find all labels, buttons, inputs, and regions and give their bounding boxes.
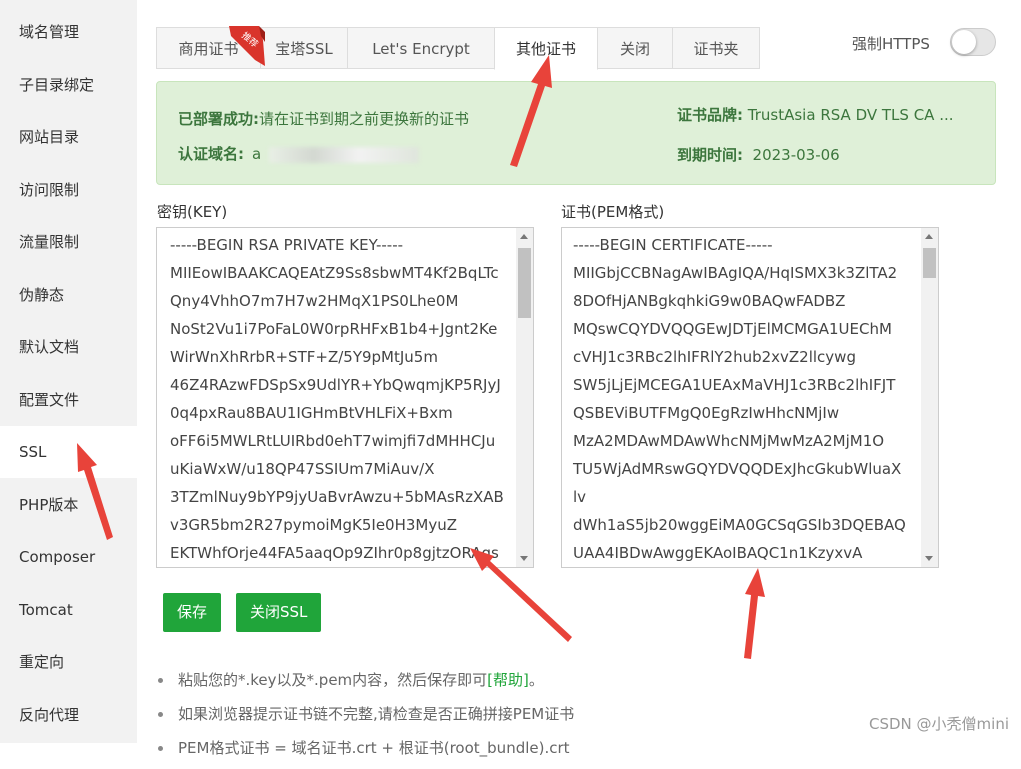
sidebar-item-traffic-limit[interactable]: 流量限制 [0,216,137,268]
close-ssl-button[interactable]: 关闭SSL [236,593,322,632]
tip-text: 粘贴您的*.key以及*.pem内容，然后保存即可 [178,671,488,689]
tip-suffix: 。 [528,671,544,689]
cert-textarea[interactable]: -----BEGIN CERTIFICATE----- MIIGbjCCBNag… [561,227,939,568]
watermark: CSDN @小秃僧mini [869,715,1009,733]
key-field-label: 密钥(KEY) [157,203,228,221]
tab-cert-folder[interactable]: 证书夹 [672,27,760,69]
domain-blur-mask [269,146,420,163]
key-textarea[interactable]: -----BEGIN RSA PRIVATE KEY----- MIIEowIB… [156,227,534,568]
sidebar-item-tomcat[interactable]: Tomcat [0,584,137,636]
scroll-thumb[interactable] [518,248,531,318]
tab-baota-ssl[interactable]: 宝塔SSL [260,27,348,69]
sidebar-item-site-directory[interactable]: 网站目录 [0,111,137,163]
domain-label: 认证域名: [178,145,244,163]
expiry-value: 2023-03-06 [752,146,840,164]
force-https-label: 强制HTTPS [852,35,930,53]
brand-label: 证书品牌: [677,106,743,124]
tab-lets-encrypt[interactable]: Let's Encrypt [347,27,495,69]
scroll-down-icon[interactable] [921,550,938,567]
scroll-up-icon[interactable] [921,228,938,245]
scroll-up-icon[interactable] [516,228,533,245]
sidebar-item-redirect[interactable]: 重定向 [0,636,137,688]
cert-domain: 认证域名: a [178,143,420,164]
key-scrollbar[interactable] [516,228,533,567]
sidebar-item-ssl[interactable]: SSL [0,426,137,478]
deployed-label: 已部署成功: [178,110,259,128]
tab-other-cert[interactable]: 其他证书 [494,27,598,70]
cert-status-box: 已部署成功:请在证书到期之前更换新的证书 认证域名: a 证书品牌: TrustA… [156,81,996,185]
expiry-label: 到期时间: [677,146,743,164]
force-https-toggle[interactable] [950,28,996,56]
sidebar-item-default-doc[interactable]: 默认文档 [0,321,137,373]
cert-brand: 证书品牌: TrustAsia RSA DV TLS CA ... [677,104,954,125]
sidebar-item-rewrite[interactable]: 伪静态 [0,269,137,321]
sidebar: 域名管理 子目录绑定 网站目录 访问限制 流量限制 伪静态 默认文档 配置文件 … [0,0,137,743]
cert-textarea-content[interactable]: -----BEGIN CERTIFICATE----- MIIGbjCCBNag… [562,228,921,567]
save-button[interactable]: 保存 [163,593,222,632]
arrow-to-cert-icon [744,568,765,659]
cert-expiry: 到期时间: 2023-03-06 [677,144,840,165]
help-link[interactable]: [帮助] [487,671,529,689]
sidebar-item-composer[interactable]: Composer [0,531,137,583]
sidebar-item-domain[interactable]: 域名管理 [0,6,137,58]
tip-text: PEM格式证书 = 域名证书.crt + 根证书(root_bundle).cr… [178,739,570,757]
tip-item: PEM格式证书 = 域名证书.crt + 根证书(root_bundle).cr… [158,735,574,769]
sidebar-item-reverse-proxy[interactable]: 反向代理 [0,689,137,741]
sidebar-item-php-version[interactable]: PHP版本 [0,479,137,531]
tips-list: 粘贴您的*.key以及*.pem内容，然后保存即可[帮助]。 如果浏览器提示证书… [158,667,574,769]
scroll-thumb[interactable] [923,248,936,278]
toggle-knob [952,30,976,54]
brand-value: TrustAsia RSA DV TLS CA ... [747,106,954,124]
deployed-status: 已部署成功:请在证书到期之前更换新的证书 [178,108,469,129]
domain-value: a [252,145,262,163]
tab-close[interactable]: 关闭 [597,27,673,69]
deployed-message: 请在证书到期之前更换新的证书 [259,110,470,128]
tip-text: 如果浏览器提示证书链不完整,请检查是否正确拼接PEM证书 [178,705,575,723]
scroll-down-icon[interactable] [516,550,533,567]
tip-item: 如果浏览器提示证书链不完整,请检查是否正确拼接PEM证书 [158,701,574,735]
cert-scrollbar[interactable] [921,228,938,567]
sidebar-item-config-file[interactable]: 配置文件 [0,374,137,426]
key-textarea-content[interactable]: -----BEGIN RSA PRIVATE KEY----- MIIEowIB… [157,228,516,567]
sidebar-item-access-limit[interactable]: 访问限制 [0,164,137,216]
tip-item: 粘贴您的*.key以及*.pem内容，然后保存即可[帮助]。 [158,667,574,701]
cert-field-label: 证书(PEM格式) [561,203,665,221]
sidebar-item-subdirectory[interactable]: 子目录绑定 [0,59,137,111]
recommend-badge: 推荐 [229,26,265,66]
